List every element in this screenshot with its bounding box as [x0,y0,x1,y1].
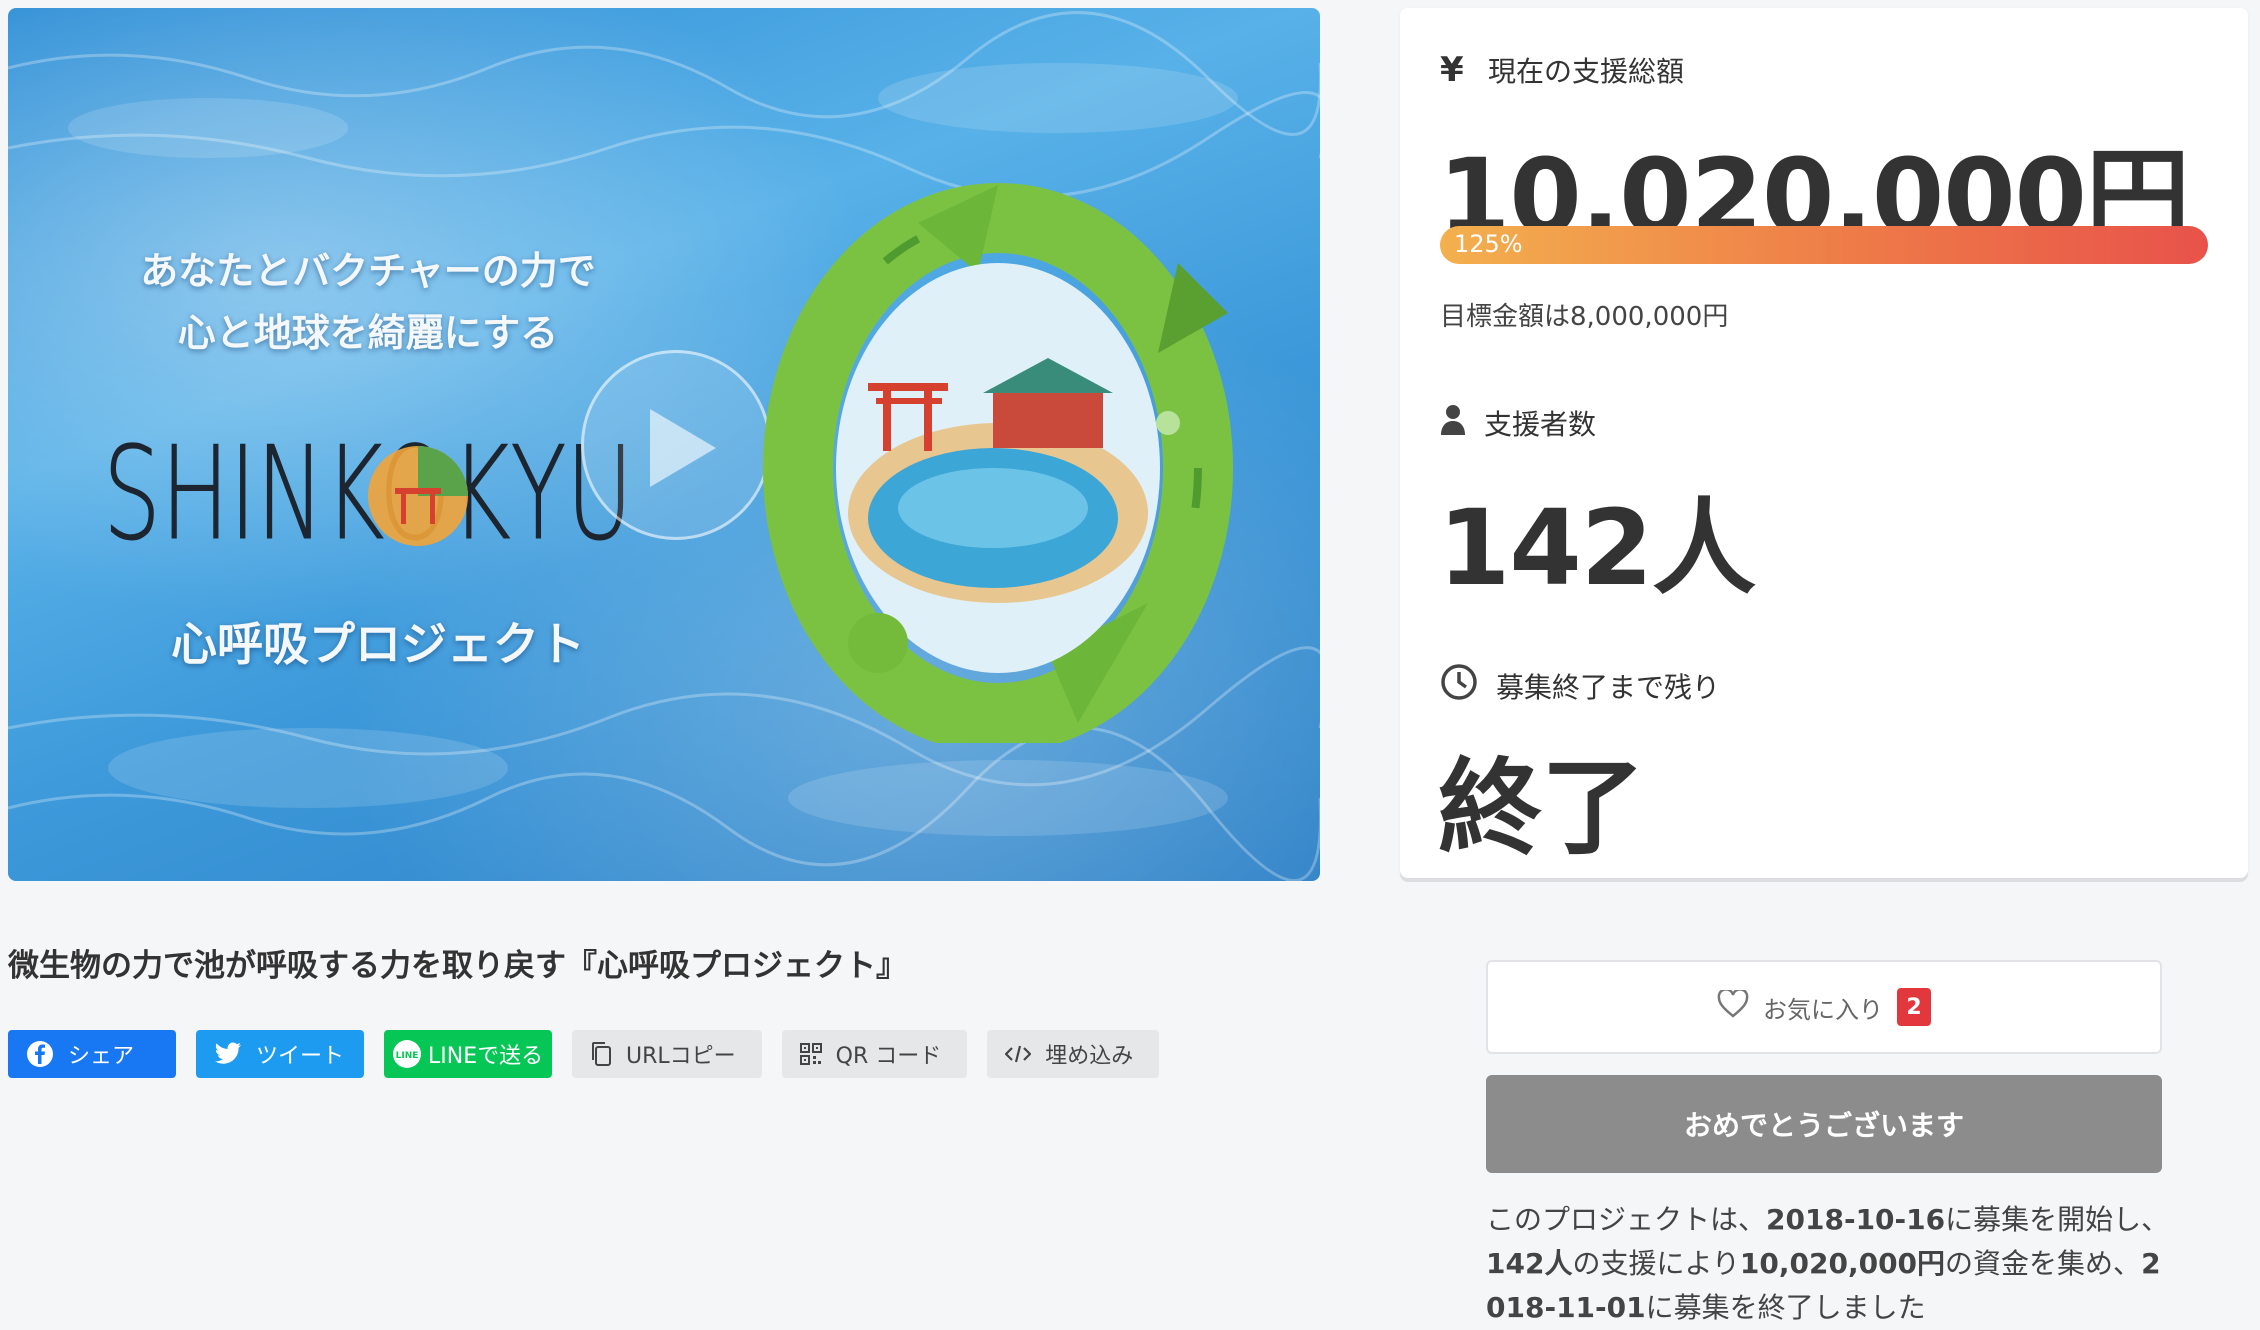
yen-icon: ¥ [1440,50,1464,90]
favorite-count-badge: 2 [1897,988,1931,1026]
play-button[interactable] [581,350,771,540]
qr-code-button[interactable]: QR コード [781,1030,968,1078]
share-bar: シェア ツイート LINE LINEで送る URLコピー QR コード 埋め込み [8,1030,1160,1078]
facebook-icon [26,1040,54,1068]
embed-button[interactable]: 埋め込み [987,1030,1160,1078]
qr-code-label: QR コード [835,1044,942,1069]
heart-icon [1717,988,1749,1024]
svg-text:SHINKOKYU: SHINKOKYU [103,428,633,558]
twitter-bird-icon [214,1042,242,1066]
summary-text-4: の資金を集め、 [1945,1247,2142,1280]
url-copy-label: URLコピー [626,1044,736,1069]
backers-label: 支援者数 [1484,408,1597,441]
url-copy-button[interactable]: URLコピー [572,1030,762,1078]
clock-icon [1440,663,1478,708]
line-share-button[interactable]: LINE LINEで送る [384,1030,552,1078]
favorite-label: お気に入り [1763,995,1883,1024]
shinkokyu-logo: SHINKOKYU [103,428,634,558]
tagline-line-1: あなたとバクチャーの力で [140,248,596,293]
congratulations-button[interactable]: おめでとうございます [1486,1075,2162,1173]
embed-label: 埋め込み [1045,1044,1134,1069]
favorite-button[interactable]: お気に入り 2 [1486,960,2162,1054]
person-icon [1440,404,1466,443]
twitter-share-button[interactable]: ツイート [196,1030,364,1078]
remaining-header: 募集終了まで残り [1440,663,1720,708]
tagline-line-2: 心と地球を綺麗にする [177,310,559,355]
copy-icon [590,1041,612,1067]
remaining-value: 終了 [1438,747,1645,869]
progress-percent: 125% [1454,230,1523,258]
facebook-share-button[interactable]: シェア [8,1030,176,1078]
twitter-share-label: ツイート [256,1044,345,1069]
summary-text-1: このプロジェクトは、 [1486,1203,1767,1236]
backers-value: 142人 [1438,487,1756,609]
funding-stats-card: ¥ 現在の支援総額 10,020,000円 125% 目標金額は8,000,00… [1400,8,2248,878]
summary-text-3: の支援により [1572,1247,1740,1280]
total-amount-header: ¥ 現在の支援総額 [1440,50,1684,90]
recycle-emblem [763,183,1233,743]
facebook-share-label: シェア [68,1044,135,1069]
svg-text:LINE: LINE [396,1051,419,1061]
backers-header: 支援者数 [1440,403,1596,443]
project-page: あなたとバクチャーの力で 心と地球を綺麗にする SHINKOKYU 心呼吸プロジ… [0,0,2260,1330]
line-share-label: LINEで送る [428,1044,544,1069]
total-amount-label: 現在の支援総額 [1488,55,1685,88]
line-icon: LINE [392,1039,422,1069]
play-icon [650,409,716,487]
funding-progress-bar: 125% [1440,226,2208,264]
hero-subtitle: 心呼吸プロジェクト [171,617,585,671]
goal-amount: 目標金額は8,000,000円 [1440,302,1729,332]
summary-text-2: に募集を開始し、 [1945,1203,2170,1236]
summary-start-date: 2018-10-16 [1766,1203,1946,1236]
hero-tagline: あなたとバクチャーの力で 心と地球を綺麗にする [138,240,598,364]
qr-code-icon [799,1043,822,1065]
summary-backers: 142人 [1486,1247,1573,1280]
summary-text-5: に募集を終了しました [1645,1291,1926,1324]
code-icon [1005,1044,1032,1064]
remaining-label: 募集終了まで残り [1496,670,1721,704]
summary-amount: 10,020,000円 [1739,1247,1946,1280]
project-summary: このプロジェクトは、2018-10-16に募集を開始し、 142人の支援により10… [1486,1198,2176,1330]
project-title: 微生物の力で池が呼吸する力を取り戻す『心呼吸プロジェクト』 [8,948,907,984]
project-video[interactable]: あなたとバクチャーの力で 心と地球を綺麗にする SHINKOKYU 心呼吸プロジ… [8,8,1320,881]
